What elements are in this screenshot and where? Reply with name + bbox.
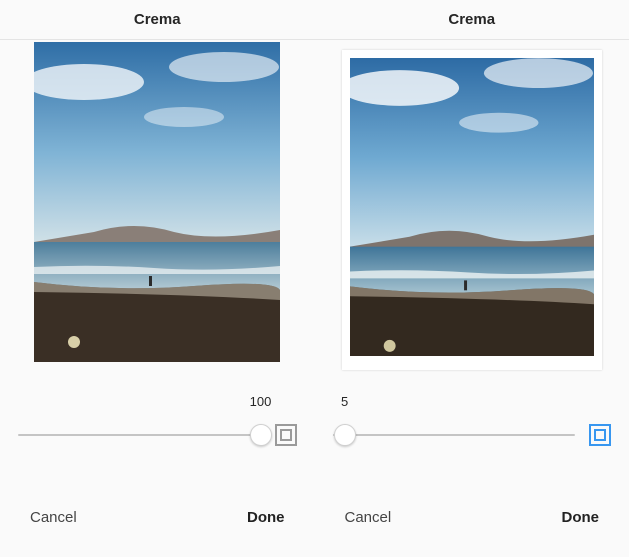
photo-frame: [342, 50, 602, 370]
beach-photo: [350, 58, 594, 356]
filter-title-label: Crema: [448, 11, 495, 28]
frame-icon: [280, 429, 292, 441]
frame-toggle[interactable]: [275, 424, 297, 446]
preview-area: [0, 40, 315, 380]
slider-track-wrap: [18, 421, 297, 449]
filter-title: Crema: [315, 0, 629, 40]
slider-track-wrap: [333, 421, 612, 449]
intensity-slider[interactable]: [333, 434, 576, 436]
done-button[interactable]: Done: [247, 509, 285, 526]
footer: Cancel Done: [0, 490, 315, 550]
slider-value-label: 5: [341, 394, 348, 409]
footer: Cancel Done: [315, 490, 629, 550]
photo-preview: [34, 42, 280, 362]
slider-thumb[interactable]: [334, 424, 356, 446]
cancel-button[interactable]: Cancel: [30, 509, 77, 526]
intensity-slider-row: 5: [315, 380, 629, 490]
filter-editor: Crema: [0, 0, 629, 557]
filter-title-label: Crema: [134, 11, 181, 28]
slider-thumb[interactable]: [250, 424, 272, 446]
slider-value-label: 100: [250, 394, 272, 409]
panel-left: Crema: [0, 0, 315, 557]
cancel-button[interactable]: Cancel: [345, 509, 392, 526]
frame-toggle[interactable]: [589, 424, 611, 446]
intensity-slider[interactable]: [18, 434, 261, 436]
beach-photo: [34, 42, 280, 362]
intensity-slider-row: 100: [0, 380, 315, 490]
panel-right: Crema: [315, 0, 629, 557]
done-button[interactable]: Done: [562, 509, 600, 526]
photo-preview: [350, 58, 594, 356]
frame-icon: [594, 429, 606, 441]
preview-area: [315, 40, 629, 380]
filter-title: Crema: [0, 0, 315, 40]
